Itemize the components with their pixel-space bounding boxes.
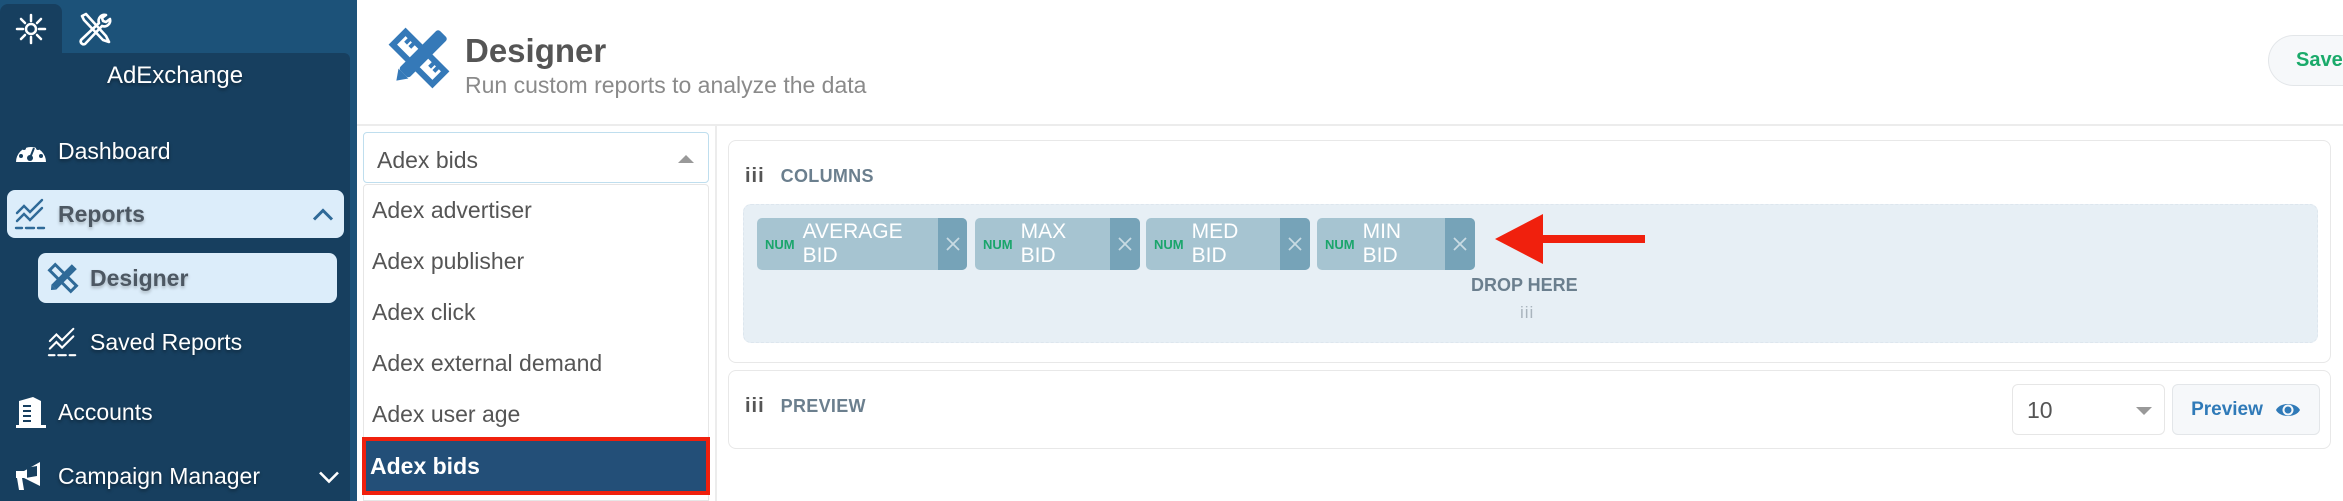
type-badge: NUM <box>983 236 1013 252</box>
dashboard-gauge-icon <box>14 134 48 168</box>
megaphone-icon <box>14 459 48 493</box>
sidebar-item-reports[interactable]: Reports <box>7 190 344 238</box>
sidebar-item-designer[interactable]: Designer <box>38 253 337 303</box>
save-button[interactable]: Save <box>2268 35 2343 86</box>
caret-down-icon <box>2136 407 2152 415</box>
preview-title: PREVIEW <box>780 396 866 416</box>
column-chip[interactable]: NUM MAX BID <box>975 218 1140 270</box>
type-badge: NUM <box>1325 236 1355 252</box>
brand-name: AdExchange <box>106 62 244 89</box>
sidebar-item-dashboard[interactable]: Dashboard <box>14 131 171 171</box>
source-select[interactable]: Adex bids <box>363 132 709 183</box>
chevron-down-icon[interactable] <box>318 463 340 490</box>
sidebar: AdExchange Dashboard Reports Designer Sa… <box>0 0 357 501</box>
sidebar-item-saved-reports[interactable]: Saved Reports <box>46 322 242 362</box>
columns-title: COLUMNS <box>780 166 874 186</box>
eye-icon <box>2275 403 2300 416</box>
remove-icon[interactable] <box>1109 218 1140 270</box>
chip-label: MAX BID <box>1020 220 1067 267</box>
remove-icon[interactable] <box>1445 218 1475 270</box>
rows-limit-select[interactable]: 10 <box>2012 384 2165 435</box>
network-search-icon <box>15 13 47 45</box>
drag-handle-icon[interactable]: iii <box>745 395 765 418</box>
annotation-arrow-icon <box>1495 214 1645 264</box>
chart-line-icon <box>46 325 80 359</box>
chip-label: MIN BID <box>1362 220 1402 267</box>
page-title: Designer <box>465 32 607 69</box>
sidebar-tab-adexchange[interactable] <box>0 4 62 54</box>
ruler-pencil-icon <box>46 261 80 295</box>
drop-grip-icon: iii <box>1520 303 1535 322</box>
column-chip[interactable]: NUM AVERAGE BID <box>757 218 967 270</box>
sidebar-item-label: Dashboard <box>58 137 171 164</box>
drag-handle-icon[interactable]: iii <box>745 165 765 188</box>
sidebar-item-label: Campaign Manager <box>58 462 261 489</box>
remove-icon[interactable] <box>1280 218 1310 270</box>
preview-button[interactable]: Preview <box>2172 384 2320 435</box>
chart-line-icon <box>14 197 48 231</box>
chip-label: MED BID <box>1191 220 1239 267</box>
source-select-value: Adex bids <box>377 147 479 173</box>
sidebar-item-label: Accounts <box>58 398 153 425</box>
panel-divider <box>715 126 717 501</box>
source-dropdown-list: Adex advertiser Adex publisher Adex clic… <box>362 184 710 501</box>
dropdown-option-adex-click[interactable]: Adex click <box>364 287 708 338</box>
dropdown-option-adex-external-demand[interactable]: Adex external demand <box>364 338 708 389</box>
page-subtitle: Run custom reports to analyze the data <box>465 72 867 98</box>
dropdown-option-adex-user-age[interactable]: Adex user age <box>364 389 708 440</box>
sidebar-item-label: Reports <box>58 200 145 227</box>
dropdown-option-adex-bids[interactable]: Adex bids <box>362 437 710 495</box>
chip-label: AVERAGE BID <box>802 220 903 267</box>
sidebar-item-accounts[interactable]: Accounts <box>14 392 153 432</box>
preview-button-label: Preview <box>2191 398 2263 420</box>
sidebar-item-label: Saved Reports <box>90 328 243 355</box>
column-chip[interactable]: NUM MIN BID <box>1317 218 1475 270</box>
sidebar-item-campaign-manager[interactable]: Campaign Manager <box>14 456 344 496</box>
tools-icon <box>79 12 112 46</box>
page-header: Designer Run custom reports to analyze t… <box>357 0 2343 126</box>
column-chip[interactable]: NUM MED BID <box>1146 218 1310 270</box>
type-badge: NUM <box>765 236 795 252</box>
rows-limit-value: 10 <box>2027 397 2053 423</box>
dropdown-option-adex-advertiser[interactable]: Adex advertiser <box>364 185 708 236</box>
chevron-up-icon[interactable] <box>312 201 334 228</box>
type-badge: NUM <box>1154 236 1184 252</box>
remove-icon[interactable] <box>938 218 967 270</box>
building-icon <box>14 395 48 429</box>
sidebar-tab-tools[interactable] <box>64 4 126 54</box>
sidebar-item-label: Designer <box>90 264 189 291</box>
source-panel: Adex bids Adex advertiser Adex publisher… <box>357 126 715 501</box>
dropdown-option-adex-publisher[interactable]: Adex publisher <box>364 236 708 287</box>
drop-here-label: DROP HERE <box>1471 275 1578 295</box>
ruler-pencil-icon <box>387 26 451 90</box>
caret-up-icon <box>678 155 694 163</box>
preview-card: iii PREVIEW 10 Preview <box>728 370 2331 449</box>
